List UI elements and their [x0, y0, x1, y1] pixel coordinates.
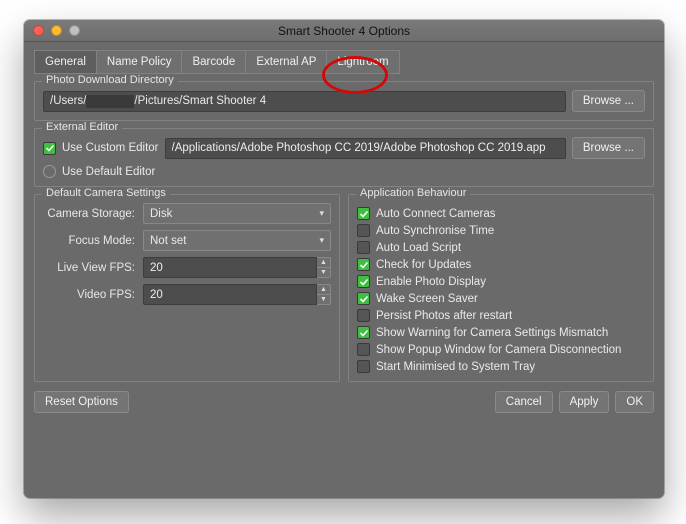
stepper-down-icon[interactable]: ▼	[317, 294, 330, 304]
camera-storage-label: Camera Storage:	[43, 208, 143, 220]
download-path-input[interactable]: /Users//Pictures/Smart Shooter 4	[43, 91, 566, 112]
tab-lightroom[interactable]: Lightroom	[326, 50, 399, 74]
checkbox-label: Show Warning for Camera Settings Mismatc…	[376, 327, 608, 339]
checkbox-label: Wake Screen Saver	[376, 293, 478, 305]
focus-mode-select[interactable]: Not set▾	[143, 230, 331, 251]
live-view-fps-input[interactable]	[143, 257, 317, 278]
focus-mode-label: Focus Mode:	[43, 235, 143, 247]
checkbox[interactable]	[357, 258, 370, 271]
group-legend: Photo Download Directory	[42, 74, 178, 86]
tab-general[interactable]: General	[34, 50, 97, 74]
group-legend: Application Behaviour	[356, 187, 470, 199]
camera-storage-select[interactable]: Disk▾	[143, 203, 331, 224]
chevron-down-icon: ▾	[319, 208, 324, 219]
group-download-dir: Photo Download Directory /Users//Picture…	[34, 81, 654, 121]
checkbox[interactable]	[357, 360, 370, 373]
checkbox[interactable]	[357, 292, 370, 305]
custom-editor-path-input[interactable]	[165, 138, 566, 159]
stepper-up-icon[interactable]: ▲	[317, 285, 330, 294]
group-app-behaviour: Application Behaviour Auto Connect Camer…	[348, 194, 654, 382]
checkbox-label: Auto Connect Cameras	[376, 208, 496, 220]
browse-download-button[interactable]: Browse ...	[572, 90, 645, 112]
checkbox[interactable]	[357, 207, 370, 220]
cancel-button[interactable]: Cancel	[495, 391, 553, 413]
checkbox-label: Auto Synchronise Time	[376, 225, 494, 237]
use-default-editor-radio[interactable]	[43, 165, 56, 178]
checkbox[interactable]	[357, 224, 370, 237]
tab-name-policy[interactable]: Name Policy	[96, 50, 183, 74]
group-legend: Default Camera Settings	[42, 187, 170, 199]
group-legend: External Editor	[42, 121, 122, 133]
use-default-editor-label: Use Default Editor	[62, 166, 155, 178]
use-custom-editor-label: Use Custom Editor	[62, 142, 159, 154]
redacted-username	[86, 95, 134, 108]
checkbox-label: Check for Updates	[376, 259, 471, 271]
live-view-fps-label: Live View FPS:	[43, 262, 143, 274]
stepper-up-icon[interactable]: ▲	[317, 258, 330, 267]
chevron-down-icon: ▾	[319, 235, 324, 246]
browse-editor-button[interactable]: Browse ...	[572, 137, 645, 159]
video-fps-input[interactable]	[143, 284, 317, 305]
group-external-editor: External Editor Use Custom Editor Browse…	[34, 128, 654, 187]
checkbox[interactable]	[357, 343, 370, 356]
tab-external-ap[interactable]: External AP	[245, 50, 327, 74]
tab-barcode[interactable]: Barcode	[181, 50, 246, 74]
checkbox-label: Show Popup Window for Camera Disconnecti…	[376, 344, 621, 356]
options-window: Smart Shooter 4 Options GeneralName Poli…	[24, 20, 664, 498]
checkbox-label: Auto Load Script	[376, 242, 461, 254]
checkbox[interactable]	[357, 326, 370, 339]
stepper-down-icon[interactable]: ▼	[317, 267, 330, 277]
checkbox[interactable]	[357, 275, 370, 288]
window-title: Smart Shooter 4 Options	[24, 24, 664, 38]
ok-button[interactable]: OK	[615, 391, 654, 413]
reset-options-button[interactable]: Reset Options	[34, 391, 129, 413]
apply-button[interactable]: Apply	[559, 391, 610, 413]
checkbox-label: Enable Photo Display	[376, 276, 486, 288]
group-camera-settings: Default Camera Settings Camera Storage: …	[34, 194, 340, 382]
use-custom-editor-radio[interactable]	[43, 142, 56, 155]
checkbox-label: Start Minimised to System Tray	[376, 361, 535, 373]
checkbox[interactable]	[357, 241, 370, 254]
video-fps-label: Video FPS:	[43, 289, 143, 301]
checkbox-label: Persist Photos after restart	[376, 310, 512, 322]
titlebar: Smart Shooter 4 Options	[24, 20, 664, 42]
tab-bar: GeneralName PolicyBarcodeExternal APLigh…	[34, 50, 654, 74]
checkbox[interactable]	[357, 309, 370, 322]
